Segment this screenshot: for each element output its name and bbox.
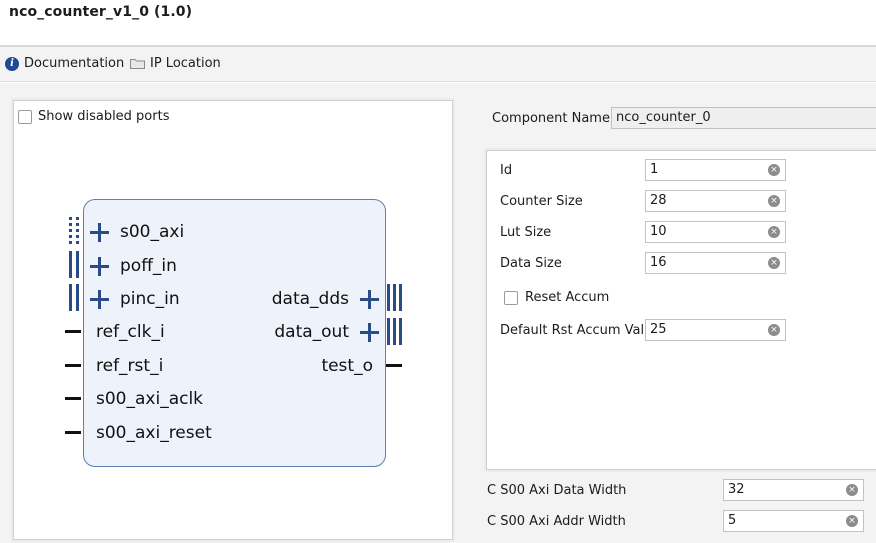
clear-icon[interactable]: × (768, 164, 780, 176)
port-data-out[interactable]: data_out (274, 322, 349, 342)
ip-symbol-panel: Show disabled ports s00_axi poff_in pinc… (11, 98, 455, 542)
show-disabled-ports-checkbox[interactable] (18, 109, 32, 124)
show-disabled-ports-label: Show disabled ports (38, 109, 170, 124)
counter-size-label: Counter Size (500, 194, 583, 209)
port-data-dds[interactable]: data_dds (272, 289, 349, 309)
expand-plus-icon[interactable] (90, 290, 109, 309)
bus-connector-poff-in (69, 251, 82, 278)
reset-accum-toggle[interactable]: Reset Accum (504, 290, 609, 305)
port-test-o[interactable]: test_o (321, 356, 373, 376)
bus-connector-data-dds (387, 284, 402, 311)
axi-addr-width-value: 5 (728, 513, 737, 528)
port-ref-rst-i[interactable]: ref_rst_i (96, 356, 163, 376)
wire-s00-axi-reset (65, 431, 81, 434)
port-pinc-in[interactable]: pinc_in (120, 289, 180, 309)
main-area: Show disabled ports s00_axi poff_in pinc… (0, 83, 876, 543)
clear-icon[interactable]: × (768, 324, 780, 336)
axi-addr-width-input[interactable]: 5 × (723, 510, 864, 532)
id-value: 1 (650, 162, 659, 177)
default-rst-accum-val-label: Default Rst Accum Val (500, 323, 645, 338)
parameters-panel: Id 1 × Counter Size 28 × Lut Size 10 × D… (484, 148, 876, 472)
port-poff-in[interactable]: poff_in (120, 256, 177, 276)
expand-plus-icon[interactable] (90, 257, 109, 276)
bus-connector-data-out (387, 318, 402, 345)
wire-s00-axi-aclk (65, 397, 81, 400)
counter-size-input[interactable]: 28 × (645, 190, 786, 212)
expand-plus-icon[interactable] (360, 323, 379, 342)
default-rst-accum-val-input[interactable]: 25 × (645, 319, 786, 341)
ip-block[interactable]: s00_axi poff_in pinc_in ref_clk_i ref_rs… (83, 199, 386, 467)
expand-plus-icon[interactable] (90, 223, 109, 242)
expand-plus-icon[interactable] (360, 290, 379, 309)
axi-data-width-label: C S00 Axi Data Width (487, 483, 627, 498)
reset-accum-checkbox[interactable] (504, 290, 518, 305)
port-s00-axi-reset[interactable]: s00_axi_reset (96, 423, 212, 443)
axi-addr-width-label: C S00 Axi Addr Width (487, 514, 626, 529)
clear-icon[interactable]: × (846, 515, 858, 527)
show-disabled-ports-toggle[interactable]: Show disabled ports (18, 109, 169, 124)
clear-icon[interactable]: × (768, 226, 780, 238)
port-ref-clk-i[interactable]: ref_clk_i (96, 322, 165, 342)
info-icon: i (5, 56, 19, 71)
axi-data-width-value: 32 (728, 482, 745, 497)
default-rst-accum-val-value: 25 (650, 322, 667, 337)
toolbar: i Documentation IP Location (0, 47, 876, 82)
bus-connector-s00-axi (69, 217, 82, 244)
ip-location-label: IP Location (150, 56, 221, 71)
bus-connector-pinc-in (69, 284, 82, 311)
data-size-value: 16 (650, 255, 667, 270)
clear-icon[interactable]: × (768, 195, 780, 207)
ip-location-button[interactable]: IP Location (130, 56, 221, 71)
lut-size-input[interactable]: 10 × (645, 221, 786, 243)
id-label: Id (500, 163, 513, 178)
id-input[interactable]: 1 × (645, 159, 786, 181)
wire-ref-rst-i (65, 364, 81, 367)
wire-ref-clk-i (65, 330, 81, 333)
axi-data-width-input[interactable]: 32 × (723, 479, 864, 501)
port-s00-axi-aclk[interactable]: s00_axi_aclk (96, 389, 203, 409)
documentation-label: Documentation (24, 56, 125, 71)
data-size-input[interactable]: 16 × (645, 252, 786, 274)
component-name-label: Component Name (492, 111, 610, 126)
counter-size-value: 28 (650, 193, 667, 208)
lut-size-value: 10 (650, 224, 667, 239)
clear-icon[interactable]: × (846, 484, 858, 496)
data-size-label: Data Size (500, 256, 562, 271)
wire-test-o (386, 364, 402, 367)
lut-size-label: Lut Size (500, 225, 552, 240)
window-title: nco_counter_v1_0 (1.0) (9, 4, 193, 20)
component-name-input[interactable]: nco_counter_0 (611, 107, 876, 129)
port-s00-axi[interactable]: s00_axi (120, 222, 184, 242)
reset-accum-label: Reset Accum (525, 290, 610, 305)
clear-icon[interactable]: × (768, 257, 780, 269)
folder-icon (130, 58, 145, 69)
documentation-button[interactable]: i Documentation (5, 56, 124, 71)
